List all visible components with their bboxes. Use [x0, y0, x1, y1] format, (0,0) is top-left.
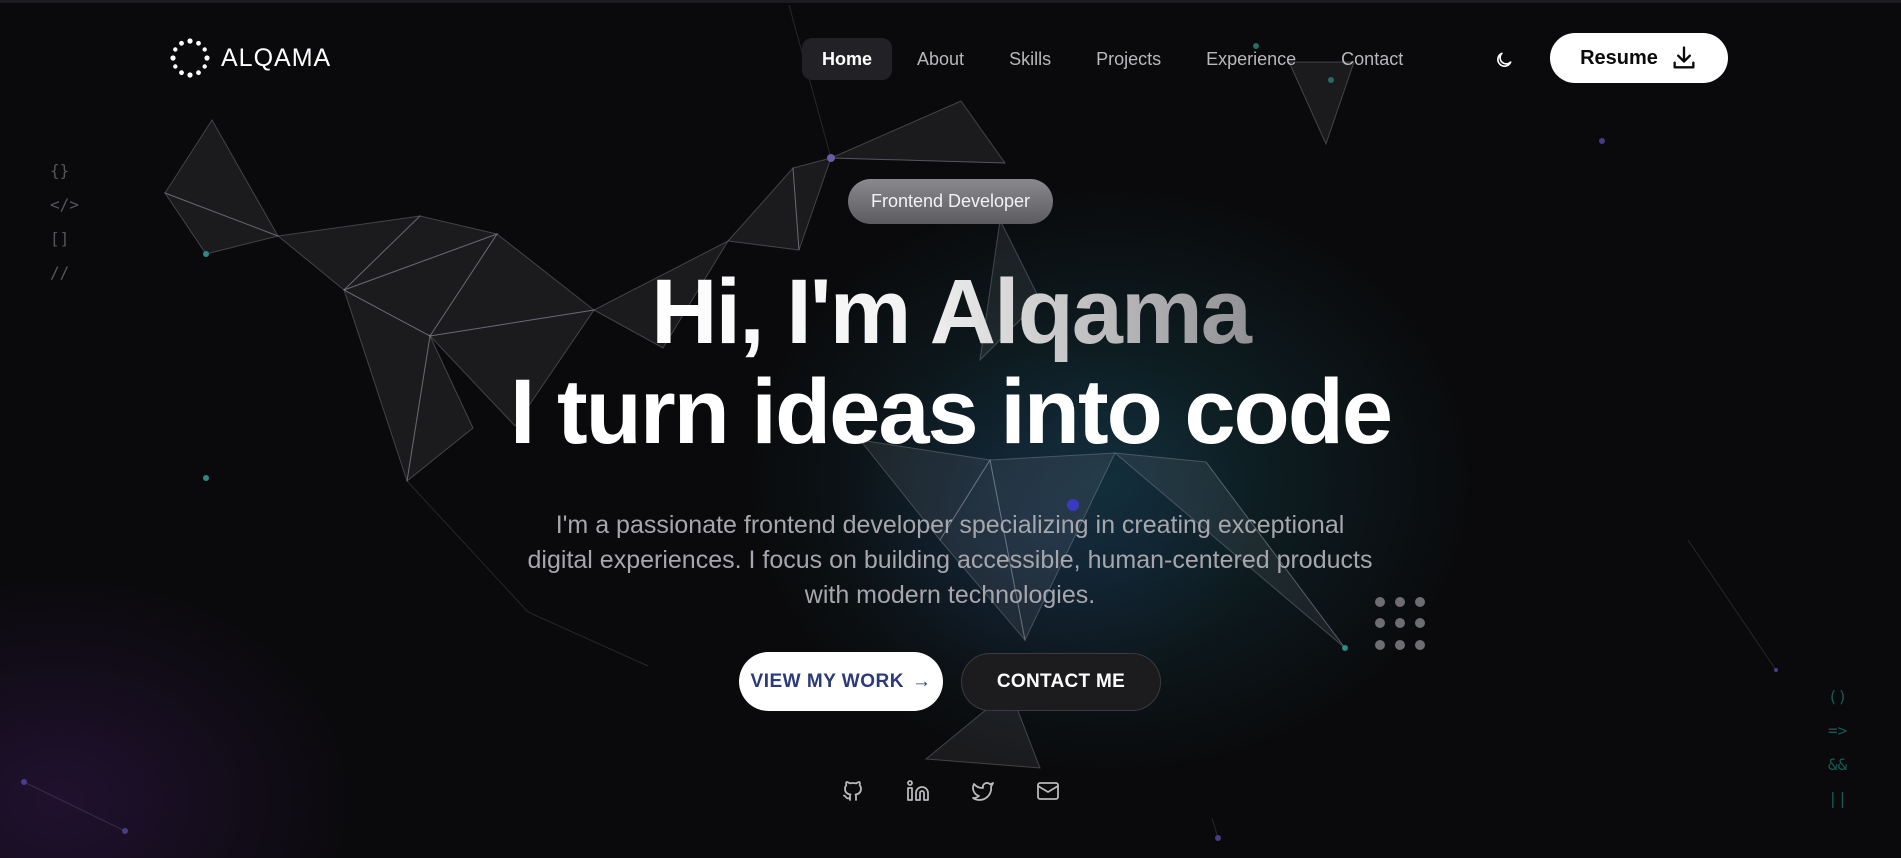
portfolio-page: ALQAMA Home About Skills Projects Experi…: [0, 0, 1901, 858]
nav-item-experience[interactable]: Experience: [1186, 38, 1316, 80]
brand-name: ALQAMA: [221, 43, 332, 72]
linkedin-icon: [907, 780, 929, 801]
code-glyph: =>: [1828, 721, 1848, 740]
theme-toggle-button[interactable]: [1488, 44, 1520, 76]
email-link[interactable]: [1033, 776, 1063, 806]
twitter-icon: [972, 782, 994, 801]
dots-grid-decoration: [1375, 597, 1429, 651]
arrow-right-icon: →: [911, 670, 932, 692]
contact-me-button[interactable]: CONTACT ME: [961, 653, 1161, 711]
moon-icon: [1497, 52, 1512, 67]
resume-download-button[interactable]: Resume: [1550, 33, 1728, 83]
linkedin-link[interactable]: [903, 776, 933, 806]
nav-item-projects[interactable]: Projects: [1076, 38, 1181, 80]
code-glyph: </>: [50, 195, 79, 214]
hero-tagline: I turn ideas into code: [509, 361, 1393, 463]
code-glyphs-right: () => && ||: [1828, 680, 1847, 816]
download-icon: [1673, 46, 1695, 69]
nav-item-home[interactable]: Home: [802, 38, 893, 80]
nav-item-contact[interactable]: Contact: [1321, 38, 1423, 80]
code-glyph: &&: [1828, 755, 1848, 774]
hero-greeting: Hi, I'm Alqama: [641, 262, 1261, 362]
nav-item-about[interactable]: About: [897, 38, 984, 80]
code-glyph: {}: [50, 161, 70, 180]
top-navigation: ALQAMA Home About Skills Projects Experi…: [0, 0, 1901, 116]
code-glyph: ||: [1828, 789, 1848, 808]
hero-heading: Hi, I'm Alqama I turn ideas into code: [0, 262, 1901, 462]
mail-icon: [1037, 782, 1059, 800]
view-my-work-button[interactable]: VIEW MY WORK →: [739, 652, 943, 711]
github-icon: [843, 781, 862, 801]
logo[interactable]: ALQAMA: [170, 38, 331, 78]
hero-description: I'm a passionate frontend developer spec…: [527, 511, 1373, 609]
twitter-link[interactable]: [968, 776, 998, 806]
code-glyph: (): [1828, 687, 1848, 706]
contact-me-label: CONTACT ME: [996, 671, 1126, 692]
logo-dotted-circle-icon: [170, 38, 210, 78]
code-glyph: []: [50, 229, 70, 248]
resume-label: Resume: [1580, 46, 1658, 69]
view-my-work-label: VIEW MY WORK: [750, 670, 904, 692]
nav-links: Home About Skills Projects Experience Co…: [802, 38, 1428, 80]
role-badge: Frontend Developer: [848, 179, 1053, 224]
github-link[interactable]: [838, 776, 868, 806]
social-links: [838, 776, 1098, 806]
nav-item-skills[interactable]: Skills: [989, 38, 1071, 80]
